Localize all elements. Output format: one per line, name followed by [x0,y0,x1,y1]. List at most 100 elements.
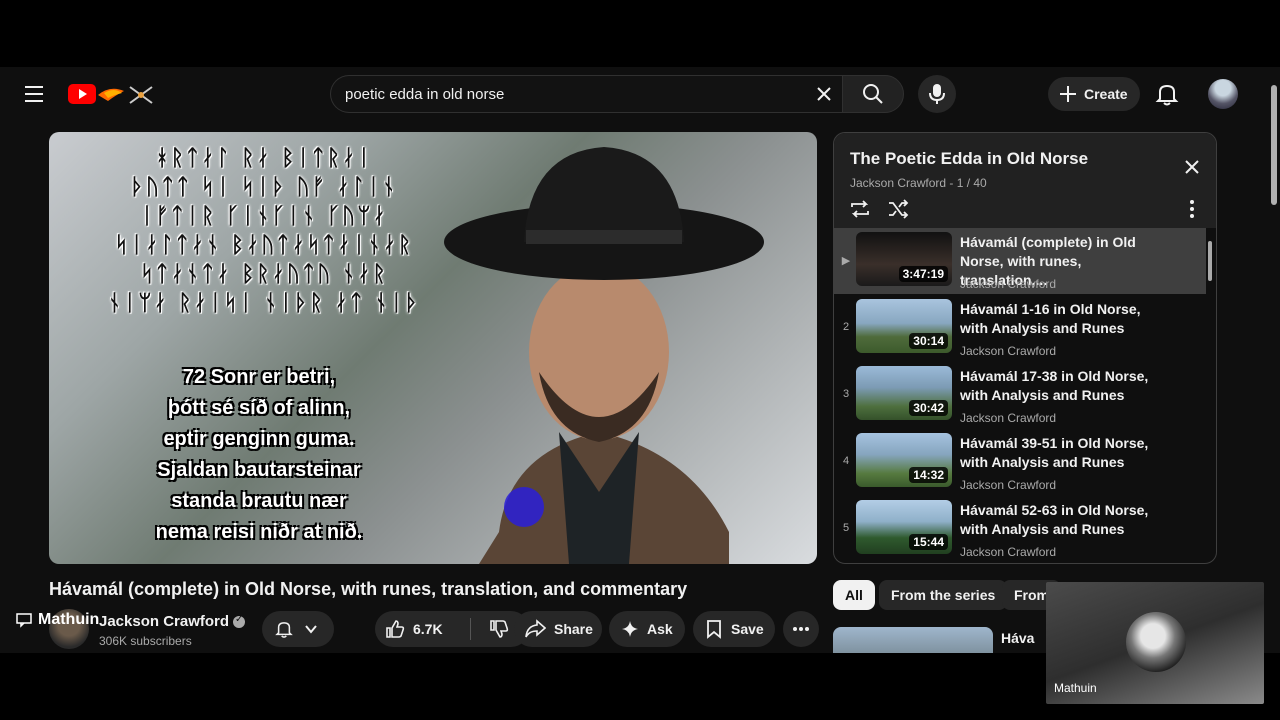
verse-line: Sjaldan bautarsteinar [157,459,361,481]
video-thumbnail: 30:42 [856,366,952,420]
create-label: Create [1084,86,1128,102]
presenter-image [444,147,764,564]
chat-overlay-label: Mathuin [16,611,99,629]
like-count: 6.7K [413,621,443,637]
playlist-item[interactable]: 5 15:44 Hávamál 52-63 in Old Norse, with… [834,496,1206,562]
search-button[interactable] [842,75,904,113]
close-playlist-icon[interactable] [1180,155,1204,179]
ask-label: Ask [647,621,673,637]
recommended-video-title[interactable]: Háva [1001,630,1034,646]
video-duration: 30:42 [909,400,948,416]
video-duration: 15:44 [909,534,948,550]
subscriber-count: 306K subscribers [99,634,192,648]
playlist-video-channel: Jackson Crawford [960,411,1057,425]
thumbs-up-icon [386,620,405,638]
chat-icon [16,613,32,628]
verse-line: standa brautu nær [171,490,347,512]
chat-user: Mathuin [38,611,100,628]
playlist-title[interactable]: The Poetic Edda in Old Norse [850,149,1088,169]
video-duration: 30:14 [909,333,948,349]
playlist-video-title: Hávamál 39-51 in Old Norse, with Analysi… [960,435,1149,470]
playlist-index: 5 [842,522,850,534]
playlist-item[interactable]: 4 14:32 Hávamál 39-51 in Old Norse, with… [834,429,1206,495]
playlist-item[interactable]: 2 30:14 Hávamál 1-16 in Old Norse, with … [834,295,1206,361]
rune-line: ᚾᛁᛘᛅ ᚱᛅᛁᛋᛁ ᚾᛁᚦᚱ ᛅᛏ ᚾᛁᚦ [107,291,421,316]
save-button[interactable]: Save [693,611,775,647]
recommended-video-thumbnail[interactable] [833,627,993,653]
ask-button[interactable]: Ask [609,611,685,647]
rune-line: ᚦᚢᛏᛏ ᛋᛁ ᛋᛁᚦ ᚢᚠ ᛅᛚᛁᚾ [130,175,398,200]
rune-line: ᛋᛏᛅᚾᛏᛅ ᛒᚱᛅᚢᛏᚢ ᚾᛅᚱ [140,262,388,287]
playlist-video-title: Hávamál 52-63 in Old Norse, with Analysi… [960,502,1149,537]
playlist-scrollbar[interactable] [1206,231,1214,561]
bell-icon [275,622,293,638]
playlist-header: The Poetic Edda in Old Norse Jackson Cra… [834,133,1216,228]
playlist-subtitle: Jackson Crawford - 1 / 40 [850,176,987,190]
more-vertical-icon[interactable] [1180,197,1204,221]
norse-verse: 72 Sonr er betri, þótt sé síð of alinn, … [109,362,409,548]
like-dislike-group: 6.7K [375,611,529,647]
plus-icon [1060,86,1076,102]
chip-from-the-series[interactable]: From the series [879,580,1008,610]
playlist-item[interactable]: ▶ 3:47:19 Hávamál (complete) in Old Nors… [834,228,1206,294]
loop-icon[interactable] [848,197,872,221]
menu-icon[interactable] [20,81,48,107]
verse-line: 72 Sonr er betri, [182,366,336,388]
rune-line: ᚼᚱᛏᛅᛚ ᚱᛅ ᛒᛁᛏᚱᛅᛁ [155,146,373,171]
save-label: Save [731,621,764,637]
channel-name-text[interactable]: Jackson Crawford [99,613,229,630]
more-actions-button[interactable] [783,611,819,647]
rune-line: ᛋᛁᛅᛚᛏᛅᚾ ᛒᛅᚢᛏᛅᛋᛏᛅᛁᚾᛅᚱ [114,233,414,258]
notifications-bell-icon[interactable] [1154,81,1180,107]
like-button[interactable]: 6.7K [375,618,471,640]
channel-name[interactable]: Jackson Crawford [99,613,246,630]
search-box [330,75,842,113]
webcam-overlay: Mathuin [1046,582,1264,704]
more-horizontal-icon [793,627,809,631]
voice-search-button[interactable] [918,75,956,113]
top-bar: Create [0,67,1280,121]
shuffle-icon[interactable] [886,197,910,221]
chevron-down-icon [305,625,317,634]
clear-search-icon[interactable] [814,84,834,104]
subscription-notifications-button[interactable] [262,611,334,647]
verse-line: þótt sé síð of alinn, [167,397,351,419]
playlist-video-title: Hávamál 1-16 in Old Norse, with Analysis… [960,301,1141,336]
search-input[interactable] [345,85,805,103]
channel-row: Jackson Crawford 306K subscribers 6.7K S… [49,607,819,653]
rune-verse: ᚼᚱᛏᛅᛚ ᚱᛅ ᛒᛁᛏᚱᛅᛁ ᚦᚢᛏᛏ ᛋᛁ ᛋᛁᚦ ᚢᚠ ᛅᛚᛁᚾ ᛁᚠᛏᛁ… [59,144,469,318]
verified-icon [233,614,246,629]
page-scrollbar[interactable] [1268,71,1280,651]
playlist-video-channel: Jackson Crawford [960,277,1057,291]
share-button[interactable]: Share [514,611,602,647]
search-icon [863,84,883,104]
youtube-app: Create ᚼᚱᛏᛅᛚ ᚱᛅ ᛒᛁᛏᚱᛅᛁ ᚦᚢᛏᛏ ᛋᛁ ᛋᛁᚦ ᚢᚠ ᛅᛚ… [0,67,1280,653]
share-icon [525,619,546,638]
verse-line: eptir genginn guma. [163,428,355,450]
verse-line: nema reisi niðr at nið. [155,521,363,543]
chip-all[interactable]: All [833,580,875,610]
account-avatar[interactable] [1208,79,1238,109]
video-thumbnail: 15:44 [856,500,952,554]
now-playing-icon: ▶ [841,255,851,267]
playlist-video-channel: Jackson Crawford [960,344,1057,358]
video-duration: 14:32 [909,467,948,483]
playlist-video-channel: Jackson Crawford [960,545,1057,559]
playlist-video-channel: Jackson Crawford [960,478,1057,492]
create-button[interactable]: Create [1048,77,1140,111]
playlist-index: 4 [842,455,850,467]
webcam-name: Mathuin [1054,681,1097,695]
microphone-icon [929,84,945,104]
thumbs-down-icon [490,620,509,638]
video-title: Hávamál (complete) in Old Norse, with ru… [49,579,688,599]
video-thumbnail: 30:14 [856,299,952,353]
playlist-panel: The Poetic Edda in Old Norse Jackson Cra… [833,132,1217,564]
playlist-items: ▶ 3:47:19 Hávamál (complete) in Old Nors… [834,228,1206,563]
playlist-video-title: Hávamál 17-38 in Old Norse, with Analysi… [960,368,1149,403]
video-thumbnail: 3:47:19 [856,232,952,286]
video-duration: 3:47:19 [898,266,948,282]
playlist-item[interactable]: 3 30:42 Hávamál 17-38 in Old Norse, with… [834,362,1206,428]
youtube-logo[interactable] [68,81,158,107]
playlist-index: 2 [842,321,850,333]
video-player[interactable]: ᚼᚱᛏᛅᛚ ᚱᛅ ᛒᛁᛏᚱᛅᛁ ᚦᚢᛏᛏ ᛋᛁ ᛋᛁᚦ ᚢᚠ ᛅᛚᛁᚾ ᛁᚠᛏᛁ… [49,132,817,564]
